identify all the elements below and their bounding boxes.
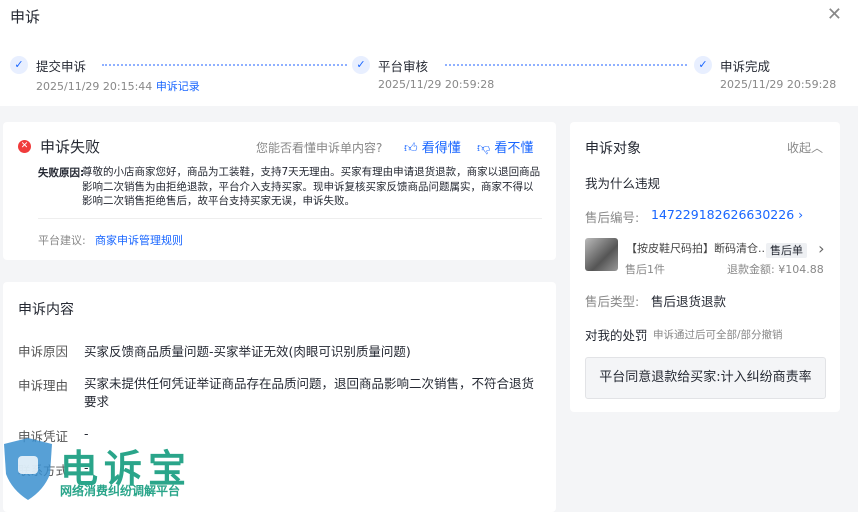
refund-label: 退款金额: [727, 263, 775, 276]
understand-label: 看得懂 [421, 141, 461, 156]
understand-button[interactable]: 👍︎ 看得懂 [404, 137, 461, 156]
rules-link[interactable]: 商家申诉管理规则 [95, 232, 183, 248]
why-link[interactable]: 我为什么违规 [585, 173, 660, 192]
suggest-label: 平台建议: [38, 234, 86, 247]
step-time: 2025/11/29 20:59:28 [378, 78, 495, 91]
collapse-button[interactable]: 收起︿ [787, 139, 823, 156]
chevron-up-icon: ︿ [811, 141, 824, 155]
refund-amount: ¥104.88 [778, 263, 824, 276]
step-time: 2025/11/29 20:59:28 [720, 78, 837, 91]
watermark-logo: 电诉宝 网络消费纠纷调解平台 [0, 438, 200, 500]
row-label: 申诉理由 [18, 378, 69, 393]
collapse-label: 收起 [787, 141, 812, 155]
row-label: 申诉原因 [18, 344, 69, 359]
step-label: 平台审核 [378, 59, 429, 74]
check-icon: ✓ [352, 56, 370, 74]
type-label: 售后类型: [585, 294, 640, 309]
type-value: 售后退货退款 [651, 294, 727, 309]
penalty-box: 平台同意退款给买家:计入纠纷商责率 [585, 357, 826, 399]
shield-fist-icon [4, 438, 52, 500]
thumbs-up-icon: 👍︎ [404, 141, 418, 156]
penalty-label: 对我的处罚 [585, 328, 648, 343]
reason-text: 尊敬的小店商家您好，商品为工装鞋，支持7天无理由。买家有理由申请退货退款，商家以… [82, 166, 541, 207]
divider [38, 218, 542, 219]
check-icon: ✓ [10, 56, 28, 74]
close-icon[interactable]: ✕ [827, 4, 842, 25]
step-label: 申诉完成 [720, 59, 771, 74]
understand-question: 您能否看懂申诉单内容? [256, 141, 383, 155]
order-no: 147229182626630226 [651, 207, 795, 222]
product-image [585, 238, 618, 271]
page-title: 申诉 [10, 8, 41, 26]
target-title: 申诉对象 [585, 141, 641, 157]
not-understand-button[interactable]: 👎︎ 看不懂 [477, 137, 533, 156]
content-title: 申诉内容 [18, 302, 74, 318]
result-status: 申诉失败 [40, 138, 101, 156]
step-time: 2025/11/29 20:15:44 [36, 80, 153, 93]
check-icon: ✓ [694, 56, 712, 74]
penalty-note: 申诉通过后可全部/部分撤销 [653, 329, 783, 341]
fail-icon: ✕ [18, 140, 31, 153]
product-name: 【按皮鞋尺码拍】断码清仓... [626, 242, 769, 255]
quantity: 售后1件 [625, 263, 665, 276]
aftersale-tag: 售后单 [766, 243, 807, 258]
watermark-slogan: 网络消费纠纷调解平台 [60, 484, 181, 498]
chevron-right-icon: › [798, 207, 804, 222]
product-link[interactable]: 售后单 › [766, 239, 825, 258]
step-label: 提交申诉 [36, 59, 87, 74]
step-connector [445, 64, 687, 66]
thumbs-down-icon: 👎︎ [477, 141, 491, 156]
row-value: 买家反馈商品质量问题-买家举证无效(肉眼可识别质量问题) [84, 344, 411, 359]
chevron-right-icon: › [818, 239, 825, 258]
step-connector [102, 64, 347, 66]
order-label: 售后编号: [585, 210, 640, 225]
not-understand-label: 看不懂 [494, 141, 534, 156]
order-link[interactable]: 147229182626630226 › [651, 207, 803, 222]
reason-label: 失败原因: [38, 167, 85, 179]
header: 申诉 ✕ ✓ 提交申诉 2025/11/29 20:15:44 申诉记录 ✓ 平… [0, 0, 858, 106]
appeal-record-link[interactable]: 申诉记录 [156, 80, 200, 93]
row-value: 买家未提供任何凭证举证商品存在品质问题，退回商品影响二次销售，不符合退货要求 [84, 376, 535, 409]
